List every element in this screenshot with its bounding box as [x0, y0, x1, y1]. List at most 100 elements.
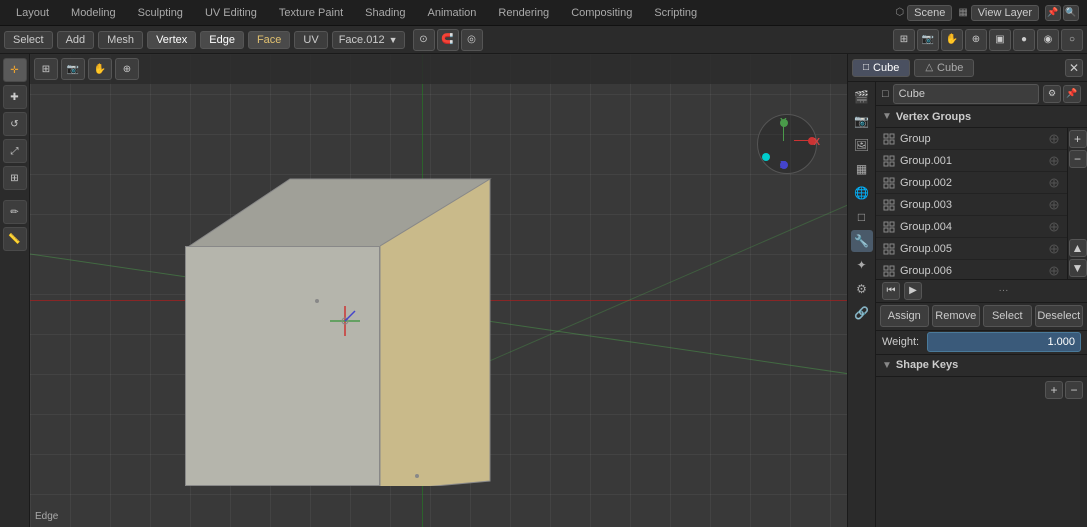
vertex-btn[interactable]: Vertex	[147, 31, 196, 49]
snap-btn[interactable]: 🧲	[437, 29, 459, 51]
prop-render-btn[interactable]: 📷	[851, 110, 873, 132]
prop-output-btn[interactable]: 🖼	[851, 134, 873, 156]
scale-tool-btn[interactable]: ⤢	[3, 139, 27, 163]
group-link-icon	[1047, 220, 1061, 234]
group-item[interactable]: Group.006	[876, 260, 1067, 279]
prop-object-btn[interactable]: □	[851, 206, 873, 228]
panel-expand-btn[interactable]: ✕	[1065, 59, 1083, 77]
main-area: ✛ ✚ ↺ ⤢ ⊞ ✏ 📏	[0, 54, 1087, 527]
tab-rendering[interactable]: Rendering	[490, 0, 557, 25]
tab-scripting[interactable]: Scripting	[646, 0, 705, 25]
shape-keys-content: + −	[876, 377, 1087, 527]
annotate-btn[interactable]: ✏	[3, 200, 27, 224]
group-name-label: Group.006	[900, 265, 1043, 277]
object-name-field[interactable]	[893, 84, 1039, 104]
proportional-edit-btn[interactable]: ⊙	[413, 29, 435, 51]
tab-compositing[interactable]: Compositing	[563, 0, 640, 25]
group-item[interactable]: Group.004	[876, 216, 1067, 238]
tab-layout[interactable]: Layout	[8, 0, 57, 25]
viewport-hand-btn[interactable]: ✋	[88, 58, 112, 80]
tab-sculpting[interactable]: Sculpting	[130, 0, 191, 25]
assign-btn[interactable]: Assign	[880, 305, 929, 327]
play-prev-btn[interactable]: ⏮	[882, 282, 900, 300]
obj-settings-btn[interactable]: ⚙	[1043, 85, 1061, 103]
properties-sidebar: 🎬 📷 🖼 ▦ 🌐 □ 🔧 ✦ ⚙ 🔗	[848, 82, 876, 527]
gizmo-cyan-dot[interactable]	[762, 153, 770, 161]
cursor-tool-btn[interactable]: ✛	[3, 58, 27, 82]
group-item[interactable]: Group.005	[876, 238, 1067, 260]
tab-modeling[interactable]: Modeling	[63, 0, 124, 25]
group-item[interactable]: Group.001	[876, 150, 1067, 172]
mesh-icon: △	[925, 62, 933, 73]
obj-pin-btn[interactable]: 📌	[1063, 85, 1081, 103]
vertex-groups-list[interactable]: Group Group.001	[876, 128, 1067, 279]
add-group-btn[interactable]: +	[1069, 130, 1087, 148]
group-item[interactable]: Group.002	[876, 172, 1067, 194]
vertex-groups-section-header[interactable]: ▼ Vertex Groups	[876, 106, 1087, 128]
group-name-label: Group	[900, 133, 1043, 145]
move-tool-btn[interactable]: ✚	[3, 85, 27, 109]
group-item[interactable]: Group.003	[876, 194, 1067, 216]
select-mode-btn[interactable]: Select	[4, 31, 53, 49]
shading-render-btn[interactable]: ○	[1061, 29, 1083, 51]
group-type-icon	[882, 220, 896, 234]
edge-btn[interactable]: Edge	[200, 31, 244, 49]
mesh-btn[interactable]: Mesh	[98, 31, 143, 49]
object-props-tab[interactable]: □ Cube	[852, 59, 910, 77]
tab-animation[interactable]: Animation	[420, 0, 485, 25]
group-item[interactable]: Group	[876, 128, 1067, 150]
transform-tool-btn[interactable]: ⊞	[3, 166, 27, 190]
group-link-icon	[1047, 198, 1061, 212]
play-btn[interactable]: ▶	[904, 282, 922, 300]
remove-btn[interactable]: Remove	[932, 305, 981, 327]
prop-particle-btn[interactable]: ✦	[851, 254, 873, 276]
scene-dropdown[interactable]: Scene	[907, 5, 952, 21]
weight-input[interactable]	[927, 332, 1081, 352]
tab-uv-editing[interactable]: UV Editing	[197, 0, 265, 25]
viewport-zoom-btn[interactable]: ⊕	[115, 58, 139, 80]
search-btn[interactable]: 🔍	[1063, 5, 1079, 21]
prop-constraint-btn[interactable]: 🔗	[851, 302, 873, 324]
prop-scene-btn[interactable]: 🎬	[851, 86, 873, 108]
navigation-gizmo[interactable]: Y X Z	[752, 109, 822, 179]
pin-btn[interactable]: 📌	[1045, 5, 1061, 21]
view-layer-dropdown[interactable]: View Layer	[971, 5, 1039, 21]
shape-keys-add-btn[interactable]: +	[1045, 381, 1063, 399]
data-props-tab[interactable]: △ Cube	[914, 59, 974, 77]
measure-btn[interactable]: 📏	[3, 227, 27, 251]
rotate-tool-btn[interactable]: ↺	[3, 112, 27, 136]
gizmo-x-line	[794, 140, 812, 141]
transform-pivot-btn[interactable]: ◎	[461, 29, 483, 51]
shading-mat-btn[interactable]: ◉	[1037, 29, 1059, 51]
shading-solid-btn[interactable]: ●	[1013, 29, 1035, 51]
shape-keys-remove-btn[interactable]: −	[1065, 381, 1083, 399]
prop-view-layer-btn[interactable]: ▦	[851, 158, 873, 180]
zoom-btn[interactable]: ⊕	[965, 29, 987, 51]
playback-info: ···	[926, 285, 1081, 296]
prop-world-btn[interactable]: 🌐	[851, 182, 873, 204]
move-down-btn[interactable]: ▼	[1069, 259, 1087, 277]
tab-shading[interactable]: Shading	[357, 0, 413, 25]
face-select-dropdown[interactable]: Face.012 ▼	[332, 31, 405, 49]
group-link-icon	[1047, 264, 1061, 278]
viewport-grid-btn[interactable]: ⊞	[34, 58, 58, 80]
left-toolbar: ✛ ✚ ↺ ⤢ ⊞ ✏ 📏	[0, 54, 30, 527]
prop-modifier-btn[interactable]: 🔧	[851, 230, 873, 252]
viewport[interactable]: Y X Z ⊞ 📷 ✋ ⊕ Edge	[30, 54, 847, 527]
hand-btn[interactable]: ✋	[941, 29, 963, 51]
shading-wire-btn[interactable]: ▣	[989, 29, 1011, 51]
transform-gizmo	[330, 306, 360, 336]
deselect-btn[interactable]: Deselect	[1035, 305, 1084, 327]
viewport-camera-btn[interactable]: 📷	[61, 58, 85, 80]
add-btn[interactable]: Add	[57, 31, 95, 49]
shape-keys-section-header[interactable]: ▼ Shape Keys	[876, 355, 1087, 377]
prop-physics-btn[interactable]: ⚙	[851, 278, 873, 300]
select-btn[interactable]: Select	[983, 305, 1032, 327]
move-up-btn[interactable]: ▲	[1069, 239, 1087, 257]
tab-texture-paint[interactable]: Texture Paint	[271, 0, 351, 25]
face-btn[interactable]: Face	[248, 31, 290, 49]
overlay-btn[interactable]: ⊞	[893, 29, 915, 51]
camera-btn[interactable]: 📷	[917, 29, 939, 51]
remove-group-btn[interactable]: −	[1069, 150, 1087, 168]
uv-btn[interactable]: UV	[294, 31, 327, 49]
